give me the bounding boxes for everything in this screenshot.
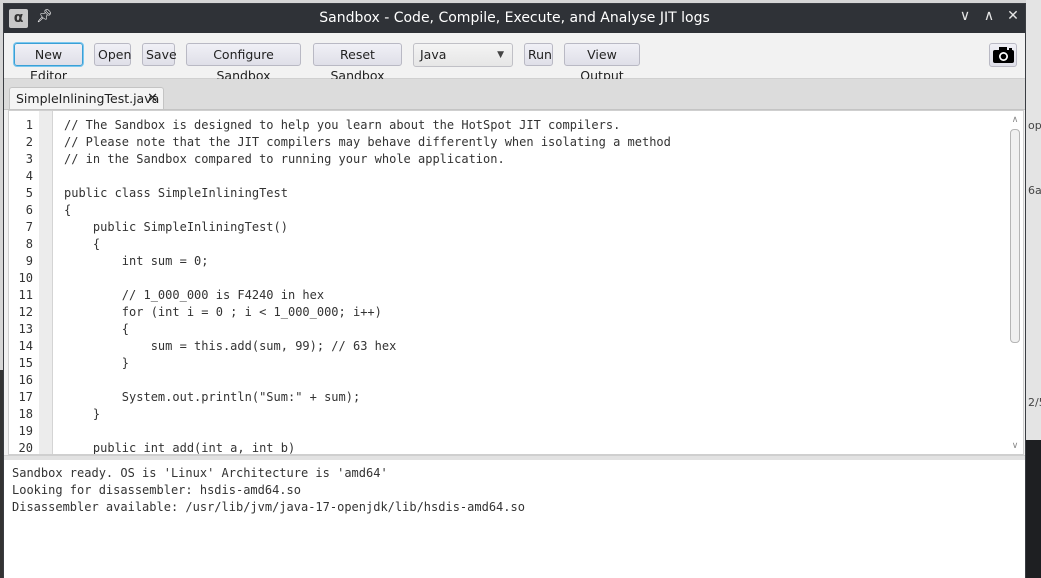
code-line: int sum = 0; [64,254,209,268]
line-number: 18 [18,407,33,421]
chevron-down-icon: ▼ [497,50,504,60]
code-line: // The Sandbox is designed to help you l… [64,118,621,132]
tab-label: SimpleInliningTest.java [16,91,160,106]
code-line: public SimpleInliningTest() [64,220,288,234]
editor-tab-bar: SimpleInliningTest.java ✕ [4,79,1025,110]
line-number: 13 [18,322,33,336]
code-editor[interactable]: 1 2 3 4 5 6 7 8 9 10 11 12 13 14 15 16 17 18 19 20 // The S… [8,110,1024,455]
line-number: 10 [18,271,33,285]
gutter-margin [39,111,53,454]
snapshot-button[interactable] [989,43,1017,67]
console-line: Disassembler available: /usr/lib/jvm/jav… [12,500,525,514]
line-number: 15 [18,356,33,370]
view-output-button[interactable]: View Output [564,43,640,83]
console-line: Looking for disassembler: hsdis-amd64.so [12,483,301,497]
line-number: 6 [25,203,33,217]
line-number: 7 [25,220,33,234]
background-terminal [1026,440,1041,578]
code-line: for (int i = 0 ; i < 1_000_000; i++) [64,305,382,319]
tab-simpleinliningtest[interactable]: SimpleInliningTest.java ✕ [9,87,164,109]
line-number: 3 [25,152,33,166]
code-line: public int add(int a, int b) [64,441,296,455]
reset-sandbox-button[interactable]: Reset Sandbox [313,43,402,83]
configure-sandbox-button[interactable]: Configure Sandbox [186,43,301,83]
code-line: { [64,203,72,217]
code-line: System.out.println("Sum:" + sum); [64,390,361,404]
line-number-gutter: 1 2 3 4 5 6 7 8 9 10 11 12 13 14 15 16 17 18 19 20 [9,111,39,454]
save-button[interactable]: Save [142,43,177,66]
console-line: Sandbox ready. OS is 'Linux' Architectur… [12,466,388,480]
close-icon[interactable]: ✕ [1003,8,1023,24]
scroll-down-icon[interactable]: ∨ [1009,441,1021,451]
code-line: { [64,237,101,251]
line-number: 20 [18,441,33,455]
run-button[interactable]: Run [524,43,553,66]
code-line: // in the Sandbox compared to running yo… [64,152,505,166]
line-number: 12 [18,305,33,319]
camera-icon [993,47,1014,63]
line-number: 14 [18,339,33,353]
line-number: 8 [25,237,33,251]
line-number: 16 [18,373,33,387]
minimize-icon[interactable]: ∨ [955,8,975,24]
background-text: op [1028,119,1041,132]
new-editor-button[interactable]: New Editor [14,43,83,83]
sandbox-window: α 📌︎ Sandbox - Code, Compile, Execute, a… [3,3,1026,578]
scroll-up-icon[interactable]: ∧ [1009,115,1021,125]
code-line: } [64,356,130,370]
line-number: 5 [25,186,33,200]
line-number: 1 [25,118,33,132]
console-output[interactable]: Sandbox ready. OS is 'Linux' Architectur… [4,460,1025,578]
line-number: 11 [18,288,33,302]
close-tab-icon[interactable]: ✕ [147,88,158,109]
code-line: public class SimpleInliningTest [64,186,288,200]
language-select[interactable]: Java ▼ [413,43,513,67]
background-text: 2/5 [1028,396,1041,409]
maximize-icon[interactable]: ∧ [979,8,999,24]
line-number: 2 [25,135,33,149]
code-line: // 1_000_000 is F4240 in hex [64,288,325,302]
open-button[interactable]: Open [94,43,131,66]
line-number: 17 [18,390,33,404]
toolbar: New Editor Open Save Configure Sandbox R… [4,33,1025,83]
language-selected: Java [420,47,447,62]
line-number: 19 [18,424,33,438]
line-number: 9 [25,254,33,268]
background-text: 6a [1028,184,1041,197]
code-line: { [64,322,130,336]
scrollbar-thumb[interactable] [1010,129,1020,343]
code-line: } [64,407,101,421]
title-bar[interactable]: α 📌︎ Sandbox - Code, Compile, Execute, a… [4,4,1025,33]
window-title: Sandbox - Code, Compile, Execute, and An… [319,10,710,26]
line-number: 4 [25,169,33,183]
editor-scrollbar[interactable]: ∧ ∨ [1009,115,1021,451]
code-line: sum = this.add(sum, 99); // 63 hex [64,339,397,353]
code-line: // Please note that the JIT compilers ma… [64,135,671,149]
